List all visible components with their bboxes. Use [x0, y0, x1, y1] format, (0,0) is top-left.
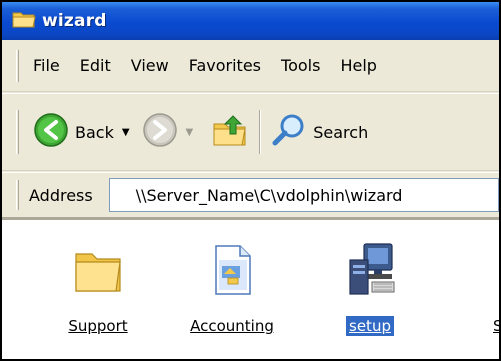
- file-item-label: S: [490, 316, 499, 336]
- back-label: Back: [75, 122, 114, 142]
- standard-toolbar: Back ▼ ▼ Search: [2, 93, 499, 171]
- file-item-label: setup: [346, 316, 394, 336]
- back-dropdown-icon[interactable]: ▼: [122, 127, 130, 138]
- menu-bar-grip[interactable]: [16, 49, 19, 82]
- document-icon: [202, 240, 262, 300]
- address-field[interactable]: \\Server_Name\C\vdolphin\wizard: [108, 178, 499, 212]
- search-button[interactable]: Search: [271, 107, 368, 157]
- file-item-partial[interactable]: S: [454, 240, 499, 336]
- address-bar: Address \\Server_Name\C\vdolphin\wizard: [2, 172, 499, 218]
- menu-favorites[interactable]: Favorites: [189, 56, 261, 75]
- partial-item-icon: [474, 240, 499, 300]
- explorer-window: wizard File Edit View Favorites Tools He…: [0, 0, 501, 361]
- forward-button[interactable]: ▼: [142, 107, 194, 157]
- toolbar-grip[interactable]: [16, 110, 19, 154]
- up-folder-icon: [211, 112, 249, 152]
- menu-bar: File Edit View Favorites Tools Help: [2, 40, 499, 92]
- window-title: wizard: [42, 11, 107, 31]
- address-bar-grip[interactable]: [16, 180, 19, 210]
- menu-file[interactable]: File: [33, 56, 60, 75]
- folder-icon: [68, 240, 128, 300]
- back-arrow-icon: [33, 112, 69, 152]
- file-item-setup[interactable]: setup: [320, 240, 420, 336]
- file-item-label: Support: [68, 317, 128, 335]
- file-list: Support Accounting setup: [2, 218, 499, 359]
- toolbar-separator: [259, 110, 262, 154]
- file-item-accounting[interactable]: Accounting: [182, 240, 282, 336]
- back-button[interactable]: Back ▼: [33, 107, 130, 157]
- up-folder-button[interactable]: [211, 107, 249, 157]
- menu-edit[interactable]: Edit: [80, 56, 111, 75]
- file-item-label: Accounting: [190, 317, 274, 335]
- menu-view[interactable]: View: [131, 56, 169, 75]
- forward-dropdown-icon[interactable]: ▼: [186, 127, 194, 138]
- setup-computer-icon: [340, 240, 400, 300]
- file-item-support[interactable]: Support: [48, 240, 148, 336]
- menu-help[interactable]: Help: [340, 56, 376, 75]
- address-label: Address: [29, 185, 93, 205]
- search-label: Search: [313, 122, 369, 142]
- title-bar[interactable]: wizard: [2, 2, 499, 40]
- folder-icon: [12, 9, 36, 33]
- menu-tools[interactable]: Tools: [281, 56, 320, 75]
- search-icon: [271, 112, 307, 152]
- forward-arrow-icon: [142, 112, 178, 152]
